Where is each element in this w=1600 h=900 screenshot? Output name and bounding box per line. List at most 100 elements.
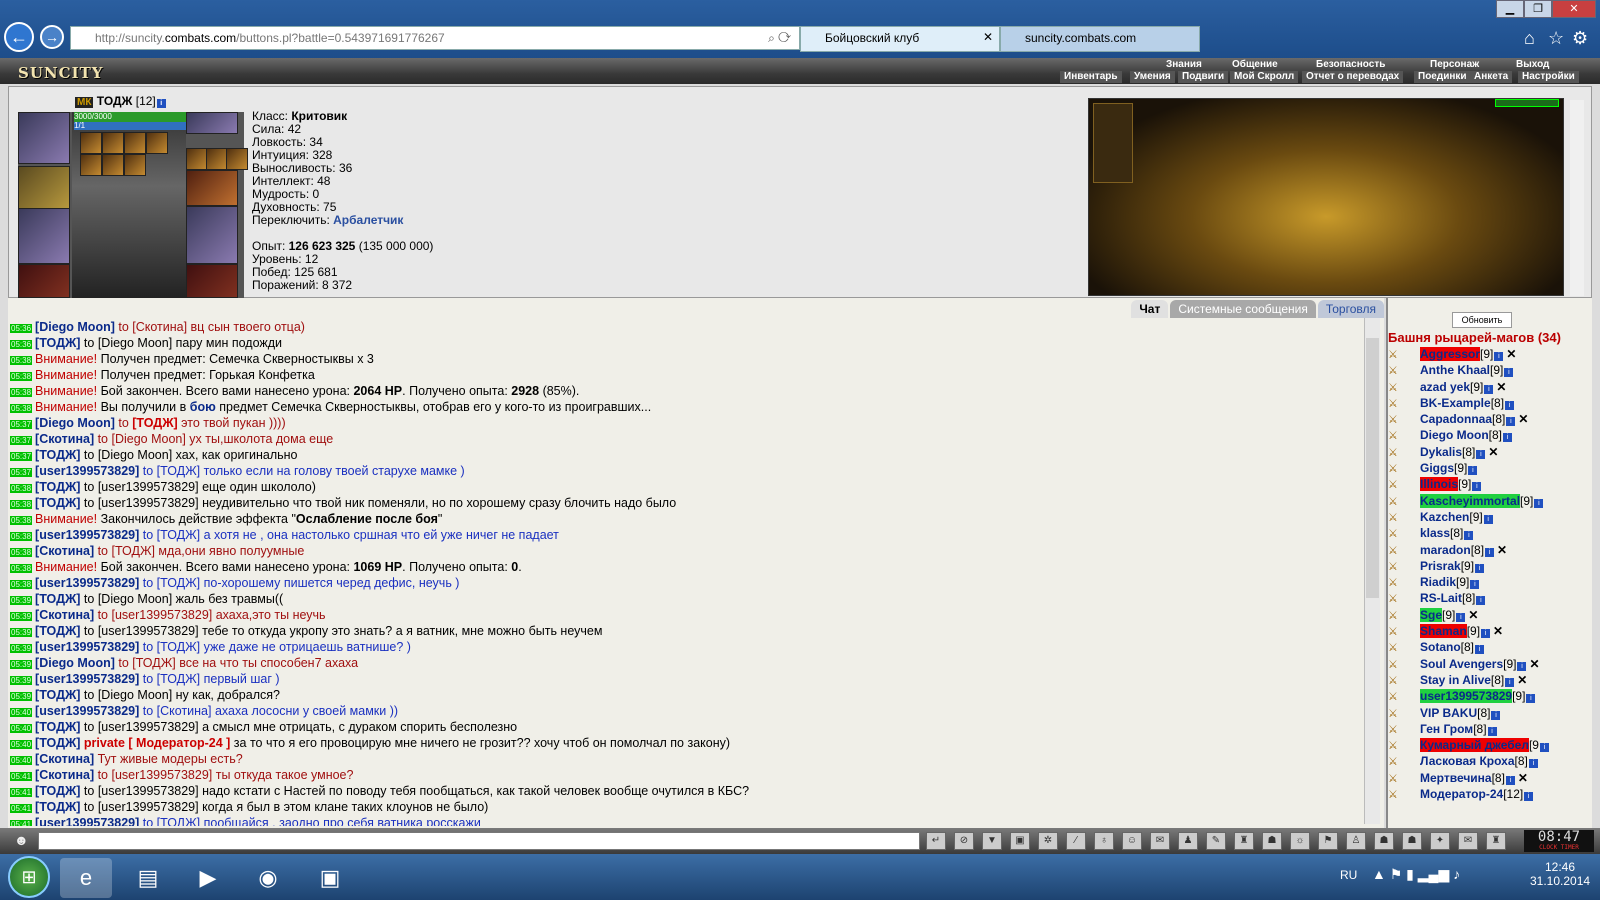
ring-slot-2[interactable]	[206, 148, 228, 170]
user-list-item[interactable]: ⚔ VIP BAKU[8] i	[1388, 705, 1578, 721]
user-name[interactable]: Prisrak	[1420, 559, 1461, 573]
message-time[interactable]: 05:36	[10, 340, 33, 349]
message-time[interactable]: 05:37	[10, 468, 33, 477]
user-name[interactable]: Capadonnaa	[1420, 412, 1492, 426]
user-list-item[interactable]: ⚔ Кумарный джебел[9 i	[1388, 737, 1578, 753]
info-icon[interactable]: i	[1476, 596, 1486, 606]
user-name[interactable]: Riadik	[1420, 575, 1456, 589]
toolbar-button-21[interactable]: ♜	[1486, 832, 1506, 850]
potion-slot-4[interactable]	[146, 132, 168, 154]
user-name[interactable]: Shaman	[1420, 624, 1467, 639]
sender-nick[interactable]: [user1399573829]	[35, 704, 139, 718]
sender-nick[interactable]: [user1399573829]	[35, 672, 139, 686]
star-icon[interactable]: ☆	[1548, 28, 1564, 49]
menu-profile[interactable]: Анкета	[1470, 71, 1513, 83]
close-window-button[interactable]: ✕	[1552, 0, 1596, 18]
user-list-item[interactable]: ⚔ Ласковая Кроха[8] i	[1388, 753, 1578, 769]
refresh-button[interactable]: Обновить	[1452, 312, 1512, 328]
sender-nick[interactable]: [user1399573829]	[35, 528, 139, 542]
info-icon[interactable]: i	[156, 99, 166, 108]
user-name[interactable]: Diego Moon	[1420, 428, 1489, 442]
sender-nick[interactable]: [Скотина]	[35, 544, 94, 558]
user-list-item[interactable]: ⚔ Riadik[9] i	[1388, 574, 1578, 590]
user-name[interactable]: Illinois	[1420, 477, 1459, 492]
toolbar-button-12[interactable]: ♜	[1234, 832, 1254, 850]
info-icon[interactable]: i	[1475, 645, 1485, 655]
sender-nick[interactable]: [ТОДЖ]	[35, 592, 80, 606]
home-icon[interactable]: ⌂	[1524, 28, 1535, 49]
message-time[interactable]: 05:39	[10, 612, 33, 621]
toolbar-button-14[interactable]: ☼	[1290, 832, 1310, 850]
fight-icon[interactable]: ⚔	[1388, 428, 1404, 443]
address-bar[interactable]: http://suncity.combats.com/buttons.pl?ba…	[70, 26, 800, 50]
toolbar-button-8[interactable]: ☺	[1122, 832, 1142, 850]
weapon-slot[interactable]	[18, 208, 70, 264]
sender-nick[interactable]: [ТОДЖ]	[35, 800, 80, 814]
user-list-item[interactable]: ⚔ Kascheyimmortal[9] i	[1388, 493, 1578, 509]
toolbar-button-7[interactable]: ♁	[1094, 832, 1114, 850]
message-time[interactable]: 05:40	[10, 756, 33, 765]
message-time[interactable]: 05:39	[10, 596, 33, 605]
sender-nick[interactable]: [ТОДЖ]	[35, 336, 80, 350]
info-icon[interactable]: i	[1464, 531, 1474, 541]
info-icon[interactable]: i	[1491, 710, 1501, 720]
info-icon[interactable]: i	[1505, 677, 1515, 687]
info-icon[interactable]: i	[1505, 400, 1515, 410]
fight-icon[interactable]: ⚔	[1388, 543, 1404, 558]
toolbar-button-10[interactable]: ♟	[1178, 832, 1198, 850]
menu-settings[interactable]: Настройки	[1518, 71, 1579, 83]
user-list-item[interactable]: ⚔ azad yek[9] i ✕	[1388, 379, 1578, 395]
sender-nick[interactable]: [user1399573829]	[35, 576, 139, 590]
message-time[interactable]: 05:38	[10, 532, 33, 541]
fight-icon[interactable]: ⚔	[1388, 738, 1404, 753]
fight-icon[interactable]: ⚔	[1388, 689, 1404, 704]
toolbar-button-15[interactable]: ⚑	[1318, 832, 1338, 850]
user-list-item[interactable]: ⚔ Diego Moon[8] i	[1388, 427, 1578, 443]
menu-communication[interactable]: Общение	[1232, 59, 1278, 71]
user-list-item[interactable]: ⚔ klass[8] i	[1388, 525, 1578, 541]
user-name[interactable]: RS-Lait	[1420, 591, 1462, 605]
user-name[interactable]: Модератор-24	[1420, 787, 1503, 801]
info-icon[interactable]: i	[1456, 612, 1466, 622]
sender-nick[interactable]: [ТОДЖ]	[35, 784, 80, 798]
message-time[interactable]: 05:41	[10, 788, 33, 797]
user-list-item[interactable]: ⚔ Illinois[9] i	[1388, 476, 1578, 492]
armor-slot[interactable]	[18, 264, 70, 298]
fight-icon[interactable]: ⚔	[1388, 771, 1404, 786]
offhand-slot[interactable]	[186, 206, 238, 264]
tab-fight-club[interactable]: Бойцовский клуб ✕	[800, 26, 1000, 52]
user-list-item[interactable]: ⚔ user1399573829[9] i	[1388, 688, 1578, 704]
chat-menu-icon[interactable]: ☻	[14, 832, 34, 850]
message-time[interactable]: 05:38	[10, 564, 33, 573]
potion-slot-2[interactable]	[102, 132, 124, 154]
user-name[interactable]: Anthe Khaal	[1420, 363, 1490, 377]
message-time[interactable]: 05:37	[10, 436, 33, 445]
message-time[interactable]: 05:39	[10, 660, 33, 669]
fight-icon[interactable]: ⚔	[1388, 787, 1404, 802]
fight-icon[interactable]: ⚔	[1388, 673, 1404, 688]
user-list-item[interactable]: ⚔ Capadonnaa[8] i ✕	[1388, 411, 1578, 427]
message-time[interactable]: 05:36	[10, 324, 33, 333]
sender-nick[interactable]: [ТОДЖ]	[35, 448, 80, 462]
gear-icon[interactable]: ⚙	[1572, 28, 1588, 49]
menu-transfers[interactable]: Отчет о переводах	[1302, 71, 1404, 83]
user-list-item[interactable]: ⚔ Ген Гром[8] i	[1388, 721, 1578, 737]
info-icon[interactable]: i	[1484, 384, 1494, 394]
toolbar-button-1[interactable]: ↵	[926, 832, 946, 850]
sender-nick[interactable]: [ТОДЖ]	[35, 736, 80, 750]
toolbar-button-2[interactable]: ⊘	[954, 832, 974, 850]
maximize-button[interactable]: ❐	[1524, 0, 1552, 18]
menu-character[interactable]: Персонаж	[1430, 59, 1479, 71]
tab-trade[interactable]: Торговля	[1317, 300, 1384, 318]
info-icon[interactable]: i	[1524, 792, 1534, 802]
user-name[interactable]: Kazchen	[1420, 510, 1469, 524]
fight-icon[interactable]: ⚔	[1388, 510, 1404, 525]
close-icon[interactable]: ✕	[983, 30, 993, 44]
helmet-slot[interactable]	[18, 112, 70, 164]
fight-icon[interactable]: ⚔	[1388, 347, 1404, 362]
sender-nick[interactable]: [Скотина]	[35, 432, 94, 446]
user-list-item[interactable]: ⚔ Stay in Alive[8] i ✕	[1388, 672, 1578, 688]
info-icon[interactable]: i	[1487, 726, 1497, 736]
sender-nick[interactable]: [Скотина]	[35, 608, 94, 622]
message-time[interactable]: 05:38	[10, 388, 33, 397]
